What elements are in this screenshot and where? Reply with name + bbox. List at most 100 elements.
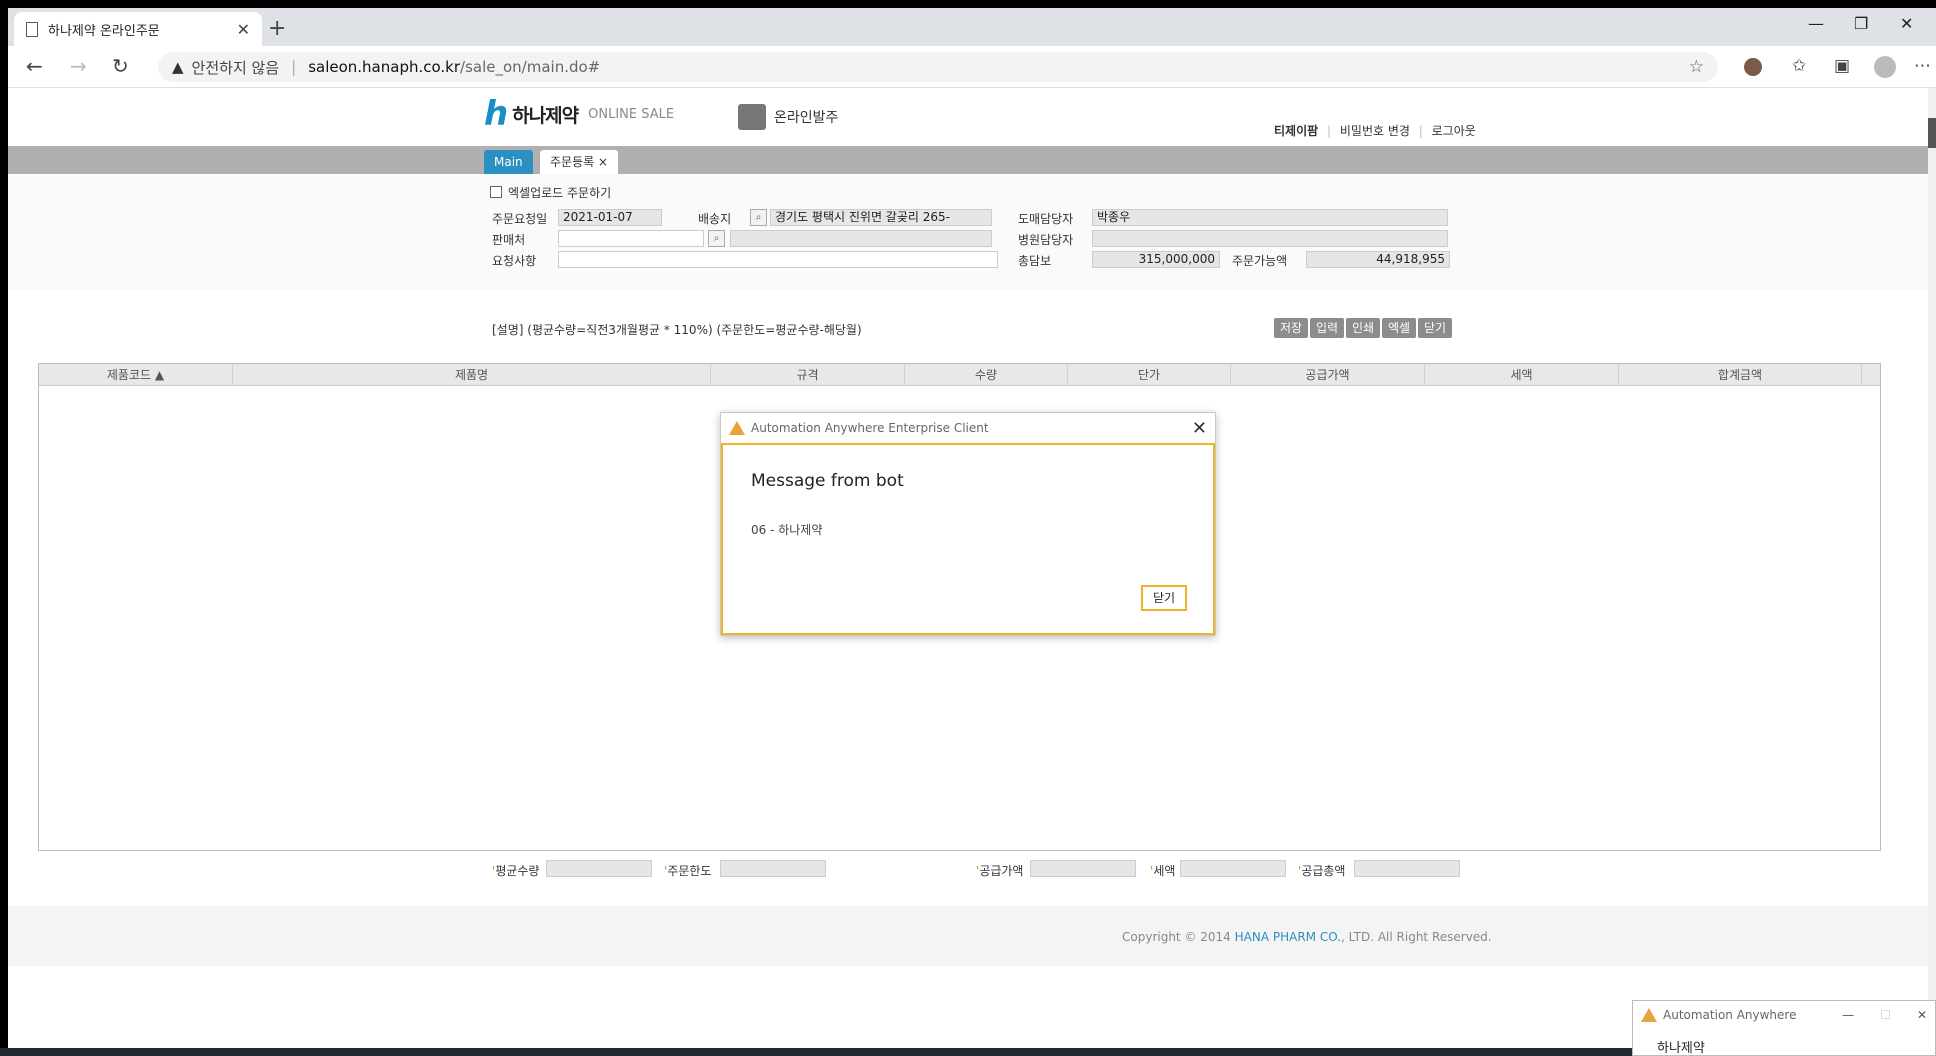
brand-sub: ONLINE SALE: [588, 106, 675, 122]
col-spec[interactable]: 규격: [711, 364, 905, 386]
col-quantity[interactable]: 수량: [905, 364, 1068, 386]
supply-total-label-text: 공급총액: [1301, 864, 1346, 878]
collections-icon[interactable]: ▣: [1834, 56, 1850, 76]
excel-upload-checkbox[interactable]: [490, 186, 502, 198]
wholesale-manager-label: 도매담당자: [1018, 212, 1074, 226]
delivery-search-icon[interactable]: ⌕: [750, 209, 767, 226]
dialog-titlebar: Automation Anywhere Enterprise Client ✕: [721, 413, 1215, 443]
logout-link[interactable]: 로그아웃: [1432, 124, 1476, 138]
print-button[interactable]: 인쇄: [1346, 318, 1381, 338]
close-tab-icon[interactable]: ✕: [237, 20, 250, 39]
col-supply-amount[interactable]: 공급가액: [1231, 364, 1425, 386]
close-tab-small-icon[interactable]: ×: [598, 155, 608, 169]
reload-icon[interactable]: ↻: [112, 54, 129, 78]
warning-icon: ▲: [172, 58, 184, 76]
tab-order-registration[interactable]: 주문등록 ×: [540, 150, 619, 174]
seller-search-icon[interactable]: ⌕: [708, 230, 725, 247]
mini-titlebar: Automation Anywhere — ☐ ✕: [1633, 1001, 1935, 1029]
order-limit-field[interactable]: [720, 860, 826, 877]
back-icon[interactable]: ←: [26, 54, 43, 78]
forward-icon[interactable]: →: [70, 54, 87, 78]
col-unit-price[interactable]: 단가: [1068, 364, 1231, 386]
excel-upload-label: 엑셀업로드 주문하기: [508, 186, 612, 200]
order-person-icon: [738, 104, 766, 130]
mini-minimize-icon[interactable]: —: [1842, 1008, 1854, 1022]
logo-mark-icon: h: [484, 94, 509, 134]
document-icon: [26, 21, 38, 37]
supply-total-label: '공급총액: [1298, 864, 1346, 878]
page-scrollbar[interactable]: [1928, 88, 1936, 1056]
dialog-close-button[interactable]: 닫기: [1141, 585, 1187, 611]
supply-total-field[interactable]: [1354, 860, 1460, 877]
order-date-field[interactable]: 2021-01-07: [558, 209, 662, 226]
profile-icon[interactable]: [1874, 56, 1896, 78]
avg-qty-field[interactable]: [546, 860, 652, 877]
close-window-icon[interactable]: ✕: [1900, 14, 1913, 33]
save-button[interactable]: 저장: [1274, 318, 1309, 338]
user-links: 티제이팜 | 비밀번호 변경 | 로그아웃: [1274, 122, 1476, 139]
extension-avatar: [1744, 58, 1762, 76]
extension-icon[interactable]: [1744, 58, 1762, 76]
tab-main[interactable]: Main: [484, 150, 533, 174]
copyright-prefix: Copyright © 2014: [1122, 930, 1235, 944]
delivery-label: 배송지: [698, 212, 732, 226]
col-total-amount[interactable]: 합계금액: [1619, 364, 1862, 386]
company-link[interactable]: HANA PHARM CO.: [1235, 930, 1341, 944]
dialog-close-icon[interactable]: ✕: [1192, 418, 1207, 439]
input-button[interactable]: 입력: [1310, 318, 1345, 338]
total-collateral-field[interactable]: 315,000,000: [1092, 251, 1220, 268]
url-host: saleon.hanaph.co.kr: [308, 58, 461, 76]
mini-close-icon[interactable]: ✕: [1917, 1008, 1927, 1022]
request-label: 요청사항: [492, 254, 537, 268]
restore-icon[interactable]: ❐: [1854, 14, 1868, 33]
change-password-link[interactable]: 비밀번호 변경: [1340, 124, 1410, 138]
bot-message-dialog: Automation Anywhere Enterprise Client ✕ …: [720, 412, 1216, 636]
seller-name-field[interactable]: [730, 230, 992, 247]
supply-amount-field[interactable]: [1030, 860, 1136, 877]
close-button[interactable]: 닫기: [1418, 318, 1453, 338]
brand-name: 하나제약: [512, 104, 579, 127]
taskbar-strip: [0, 1048, 1632, 1056]
order-date-label: 주문요청일: [492, 212, 548, 226]
automation-anywhere-logo-icon: [1641, 1008, 1657, 1022]
section-title-text: 온라인발주: [774, 110, 839, 126]
supply-amount-label: '공급가액: [976, 864, 1024, 878]
orderable-amount-label: 주문가능액: [1232, 254, 1288, 268]
request-input[interactable]: [558, 251, 998, 268]
site-logo[interactable]: h 하나제약 ONLINE SALE: [484, 94, 674, 134]
dialog-body: Message from bot 06 - 하나제약 닫기: [721, 443, 1215, 635]
hospital-manager-label: 병원담당자: [1018, 233, 1074, 247]
excel-button[interactable]: 엑셀: [1382, 318, 1417, 338]
avg-qty-label-text: 평균수량: [495, 864, 540, 878]
url-path: /sale_on/main.do#: [460, 58, 601, 76]
orderable-amount-field[interactable]: 44,918,955: [1306, 251, 1450, 268]
scrollbar-thumb[interactable]: [1928, 118, 1936, 148]
browser-tab[interactable]: 하나제약 온라인주문 ✕: [14, 12, 262, 46]
total-collateral-label: 총담보: [1018, 254, 1052, 268]
copyright-suffix: , LTD. All Right Reserved.: [1340, 930, 1492, 944]
bookmark-star-icon[interactable]: ☆: [1689, 57, 1704, 77]
dialog-heading: Message from bot: [751, 471, 904, 491]
address-bar[interactable]: ▲ 안전하지 않음 | saleon.hanaph.co.kr/sale_on/…: [158, 52, 1718, 82]
mini-maximize-icon[interactable]: ☐: [1880, 1008, 1891, 1022]
tax-label-text: 세액: [1153, 864, 1176, 878]
dialog-title: Automation Anywhere Enterprise Client: [751, 421, 989, 435]
more-menu-icon[interactable]: ⋯: [1914, 56, 1931, 76]
delivery-address-field[interactable]: 경기도 평택시 진위면 갈곶리 265-: [770, 209, 992, 226]
minimize-icon[interactable]: —: [1808, 14, 1824, 33]
col-product-code[interactable]: 제품코드 ▲: [39, 364, 233, 386]
tax-field[interactable]: [1180, 860, 1286, 877]
order-limit-label: '주문한도: [664, 864, 712, 878]
favorites-icon[interactable]: ✩: [1792, 56, 1806, 76]
site-header: h 하나제약 ONLINE SALE 온라인발주 티제이팜 | 비밀번호 변경 …: [8, 88, 1928, 146]
col-tax[interactable]: 세액: [1425, 364, 1619, 386]
tax-label: '세액: [1150, 864, 1176, 878]
wholesale-manager-field[interactable]: 박종우: [1092, 209, 1448, 226]
automation-anywhere-logo-icon: [729, 421, 745, 435]
new-tab-icon[interactable]: +: [268, 16, 286, 41]
hospital-manager-field[interactable]: [1092, 230, 1448, 247]
seller-input[interactable]: [558, 230, 704, 247]
profile-avatar: [1874, 56, 1896, 78]
tab-order-registration-label: 주문등록: [550, 155, 595, 169]
col-product-name[interactable]: 제품명: [233, 364, 711, 386]
